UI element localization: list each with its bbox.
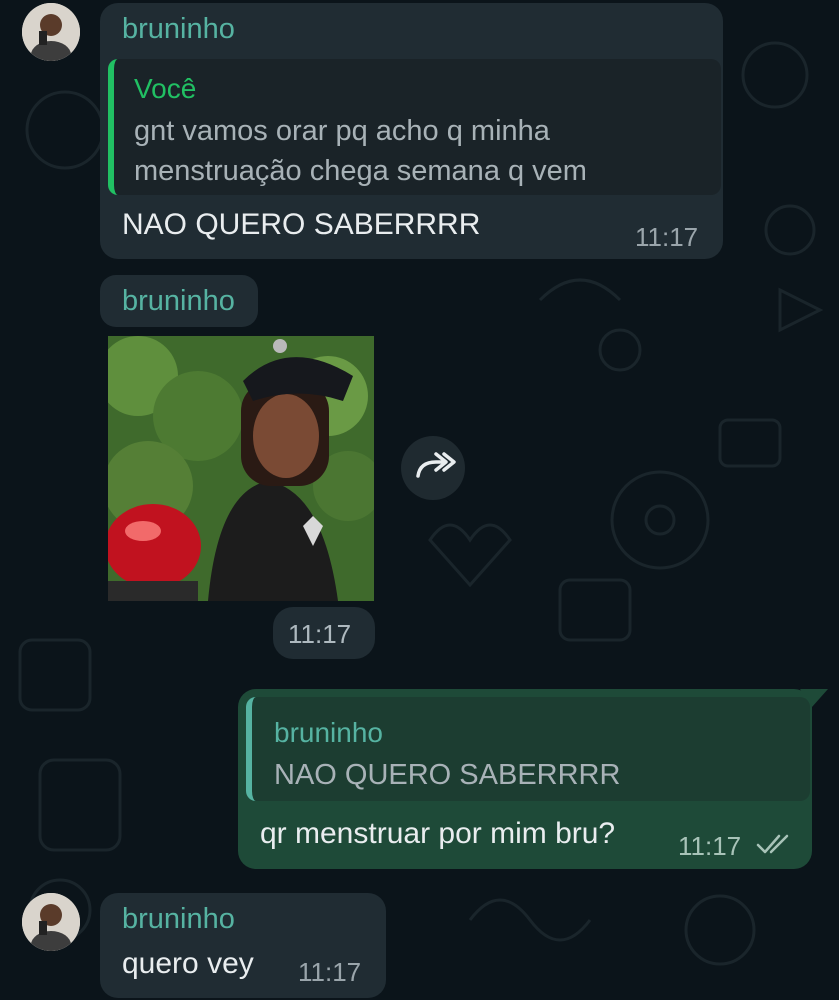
- avatar[interactable]: [22, 893, 80, 951]
- message-time: 11:17: [678, 831, 742, 861]
- quote-author: bruninho: [274, 717, 383, 748]
- message-time: 11:17: [298, 957, 362, 987]
- double-check-icon: [756, 834, 789, 854]
- message-text: qr menstruar por mim bru?: [260, 817, 616, 850]
- quote-author: Você: [134, 73, 197, 104]
- sticker-time-pill: 11:17: [273, 607, 375, 659]
- quoted-message[interactable]: Você gnt vamos orar pq acho q minha mens…: [108, 59, 721, 195]
- quote-text: NAO QUERO SABERRRR: [274, 759, 621, 791]
- sender-name[interactable]: bruninho: [122, 903, 235, 936]
- avatar[interactable]: [22, 3, 80, 61]
- forward-button[interactable]: [401, 436, 465, 500]
- message-text: quero vey: [122, 947, 254, 980]
- message-time: 11:17: [635, 222, 699, 252]
- message-bubble-outgoing[interactable]: bruninho NAO QUERO SABERRRR qr menstruar…: [238, 689, 812, 869]
- sender-name[interactable]: bruninho: [122, 285, 235, 318]
- quoted-message[interactable]: bruninho NAO QUERO SABERRRR: [246, 697, 810, 801]
- bubble-tail-outgoing: [800, 689, 828, 707]
- message-bubble-incoming[interactable]: bruninho quero vey 11:17: [100, 893, 386, 998]
- sticker-image[interactable]: [108, 336, 374, 601]
- message-text: NAO QUERO SABERRRR: [122, 208, 481, 241]
- quote-text-line-1: gnt vamos orar pq acho q minha: [134, 115, 550, 147]
- sender-name[interactable]: bruninho: [122, 13, 235, 46]
- quote-text-line-2: menstruação chega semana q vem: [134, 155, 587, 187]
- sender-label-bubble[interactable]: bruninho: [100, 275, 258, 327]
- message-time: 11:17: [288, 619, 352, 649]
- message-bubble-incoming[interactable]: bruninho Você gnt vamos orar pq acho q m…: [100, 3, 723, 259]
- forward-icon: [416, 452, 456, 478]
